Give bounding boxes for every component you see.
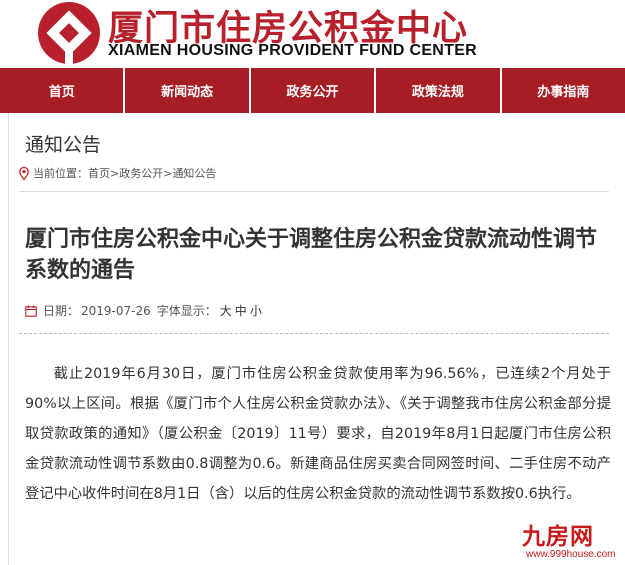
article-body: 截止2019年6月30日，厦门市住房公积金贷款使用率为96.56%，已连续2个月… (25, 366, 611, 502)
calendar-icon (25, 305, 37, 317)
nav-item-service-guide[interactable]: 办事指南 (502, 68, 625, 113)
publish-date: 2019-07-26 (81, 303, 151, 318)
divider (19, 191, 609, 192)
breadcrumb-separator: > (163, 166, 173, 180)
article-meta: 日期： 2019-07-26 字体显示： 大 中 小 (25, 302, 262, 319)
breadcrumb-home-link[interactable]: 首页 (88, 165, 110, 181)
font-size-label: 字体显示： (156, 304, 217, 318)
nav-item-government-affairs[interactable]: 政务公开 (251, 68, 377, 113)
main-content: 通知公告 当前位置： 首页 > 政务公开 > 通知公告 厦门市住房公积金中心关于… (8, 113, 620, 565)
section-title: 通知公告 (25, 134, 102, 156)
breadcrumb: 当前位置： 首页 > 政务公开 > 通知公告 (19, 165, 216, 181)
breadcrumb-prefix: 当前位置： (33, 167, 88, 180)
watermark-url: www.999house.com (526, 549, 616, 560)
divider (19, 333, 609, 334)
location-pin-icon (19, 166, 29, 180)
site-title-en: XIAMEN HOUSING PROVIDENT FUND CENTER (108, 42, 478, 59)
font-size-medium-button[interactable]: 中 (235, 302, 247, 319)
font-size-large-button[interactable]: 大 (220, 302, 232, 319)
font-size-small-button[interactable]: 小 (250, 302, 262, 319)
house-emblem-icon[interactable] (38, 2, 100, 64)
breadcrumb-separator: > (110, 166, 120, 180)
nav-item-home[interactable]: 首页 (0, 68, 126, 113)
watermark-logo: 九房网 www.999house.com (520, 517, 620, 563)
date-label: 日期： (43, 304, 80, 318)
breadcrumb-current[interactable]: 通知公告 (172, 165, 216, 181)
site-header: 厦门市住房公积金中心 XIAMEN HOUSING PROVIDENT FUND… (0, 0, 625, 68)
article-title: 厦门市住房公积金中心关于调整住房公积金贷款流动性调节系数的通告 (25, 227, 598, 283)
breadcrumb-government-link[interactable]: 政务公开 (119, 165, 163, 181)
watermark-text: 九房网 (522, 524, 594, 550)
nav-item-policies[interactable]: 政策法规 (376, 68, 502, 113)
main-nav: 首页 新闻动态 政务公开 政策法规 办事指南 (0, 68, 625, 113)
nav-item-news[interactable]: 新闻动态 (125, 68, 251, 113)
